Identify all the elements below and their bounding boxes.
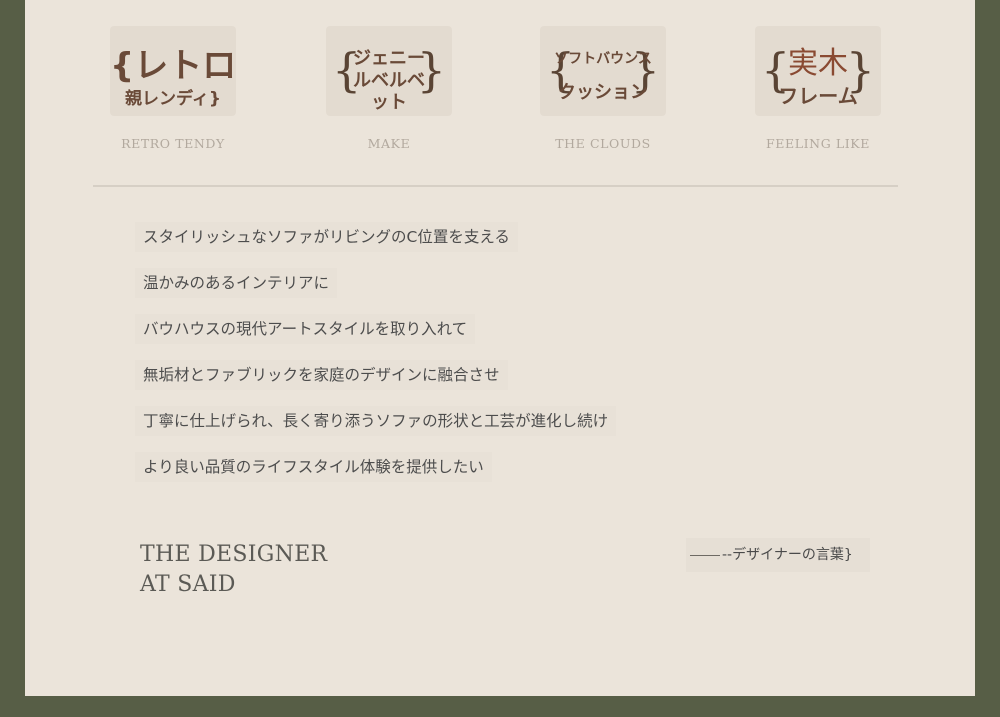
- content-panel: {レトロ 親レンディ} RETRO TENDY { } ジェニー ルベルベ ット…: [25, 0, 975, 696]
- feature-badges: {レトロ 親レンディ} RETRO TENDY { } ジェニー ルベルベ ット…: [93, 18, 898, 158]
- badge-line: ソフトバウンス: [554, 51, 652, 67]
- feature-label: THE CLOUDS: [555, 136, 651, 151]
- description-text: スタイリッシュなソファがリビングのC位置を支える 温かみのあるインテリアに バウ…: [135, 222, 617, 498]
- feature-clouds: { } ソフトバウンス クッション THE CLOUDS: [523, 18, 683, 158]
- feature-label: MAKE: [367, 136, 411, 151]
- feature-feeling-like: { } 実木 フレーム FEELING LIKE: [738, 18, 898, 158]
- badge-line: クッション: [558, 82, 648, 103]
- badge-line: フレーム: [778, 84, 858, 108]
- retro-tendy-badge-icon: {レトロ 親レンディ}: [110, 26, 236, 116]
- feeling-badge-icon: { } 実木 フレーム: [755, 26, 881, 116]
- badge-line: {レトロ: [110, 46, 237, 86]
- designer-heading-line: AT SAID: [140, 572, 236, 597]
- description-line: 無垢材とファブリックを家庭のデザインに融合させ: [135, 360, 508, 390]
- section-divider: [93, 185, 898, 187]
- clouds-badge-icon: { } ソフトバウンス クッション: [540, 26, 666, 116]
- badge-line: 実木: [788, 46, 848, 81]
- badge-line: ット: [371, 92, 407, 113]
- designer-heading: THE DESIGNER AT SAID: [140, 540, 327, 600]
- make-badge-icon: { } ジェニー ルベルベ ット: [326, 26, 452, 116]
- feature-label: FEELING LIKE: [766, 136, 870, 151]
- feature-label: RETRO TENDY: [121, 136, 225, 151]
- description-line: スタイリッシュなソファがリビングのC位置を支える: [135, 222, 518, 252]
- signature-text: --デザイナーの言葉}: [722, 547, 853, 563]
- designer-heading-line: THE DESIGNER: [140, 542, 328, 567]
- description-line: 丁寧に仕上げられ、長く寄り添うソファの形状と工芸が進化し続け: [135, 406, 617, 436]
- description-line: より良い品質のライフスタイル体験を提供したい: [135, 452, 492, 482]
- description-line: 温かみのあるインテリアに: [135, 268, 338, 298]
- feature-retro-tendy: {レトロ 親レンディ} RETRO TENDY: [93, 18, 253, 158]
- feature-make: { } ジェニー ルベルベ ット MAKE: [309, 18, 469, 158]
- badge-line: 親レンディ}: [125, 89, 221, 109]
- dash-line: [690, 554, 720, 556]
- designer-signature: --デザイナーの言葉}: [686, 538, 870, 572]
- description-line: バウハウスの現代アートスタイルを取り入れて: [135, 314, 476, 344]
